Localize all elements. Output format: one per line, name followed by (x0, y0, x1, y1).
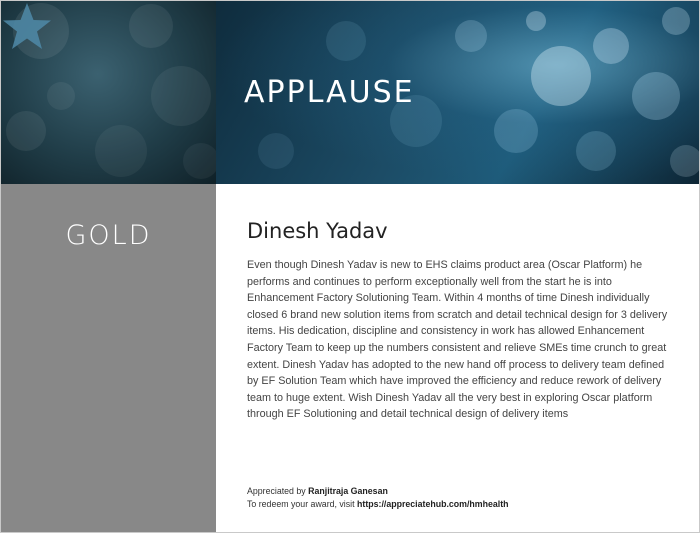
award-level-label: GOLD (65, 220, 152, 251)
award-footer: Appreciated by Ranjitraja Ganesan To red… (247, 485, 687, 511)
appreciated-by-prefix: Appreciated by (247, 486, 309, 496)
award-content: Dinesh Yadav Even though Dinesh Yadav is… (247, 219, 672, 423)
redeem-line: To redeem your award, visit https://appr… (247, 498, 687, 511)
award-citation: Even though Dinesh Yadav is new to EHS c… (247, 259, 668, 421)
banner-left-panel (1, 1, 216, 184)
redeem-prefix: To redeem your award, visit (247, 499, 358, 509)
award-level-panel: GOLD (1, 184, 216, 532)
appreciated-by-name: Ranjitraja Ganesan (308, 486, 388, 496)
banner-title: APPLAUSE (244, 75, 415, 110)
star-icon (3, 3, 51, 49)
award-card: APPLAUSE GOLD Dinesh Yadav Even though D… (0, 0, 700, 533)
redeem-link[interactable]: https://appreciatehub.com/hmhealth (357, 499, 509, 509)
appreciated-by-line: Appreciated by Ranjitraja Ganesan (247, 485, 687, 498)
award-banner: APPLAUSE (1, 1, 699, 184)
recipient-name: Dinesh Yadav (247, 219, 388, 243)
